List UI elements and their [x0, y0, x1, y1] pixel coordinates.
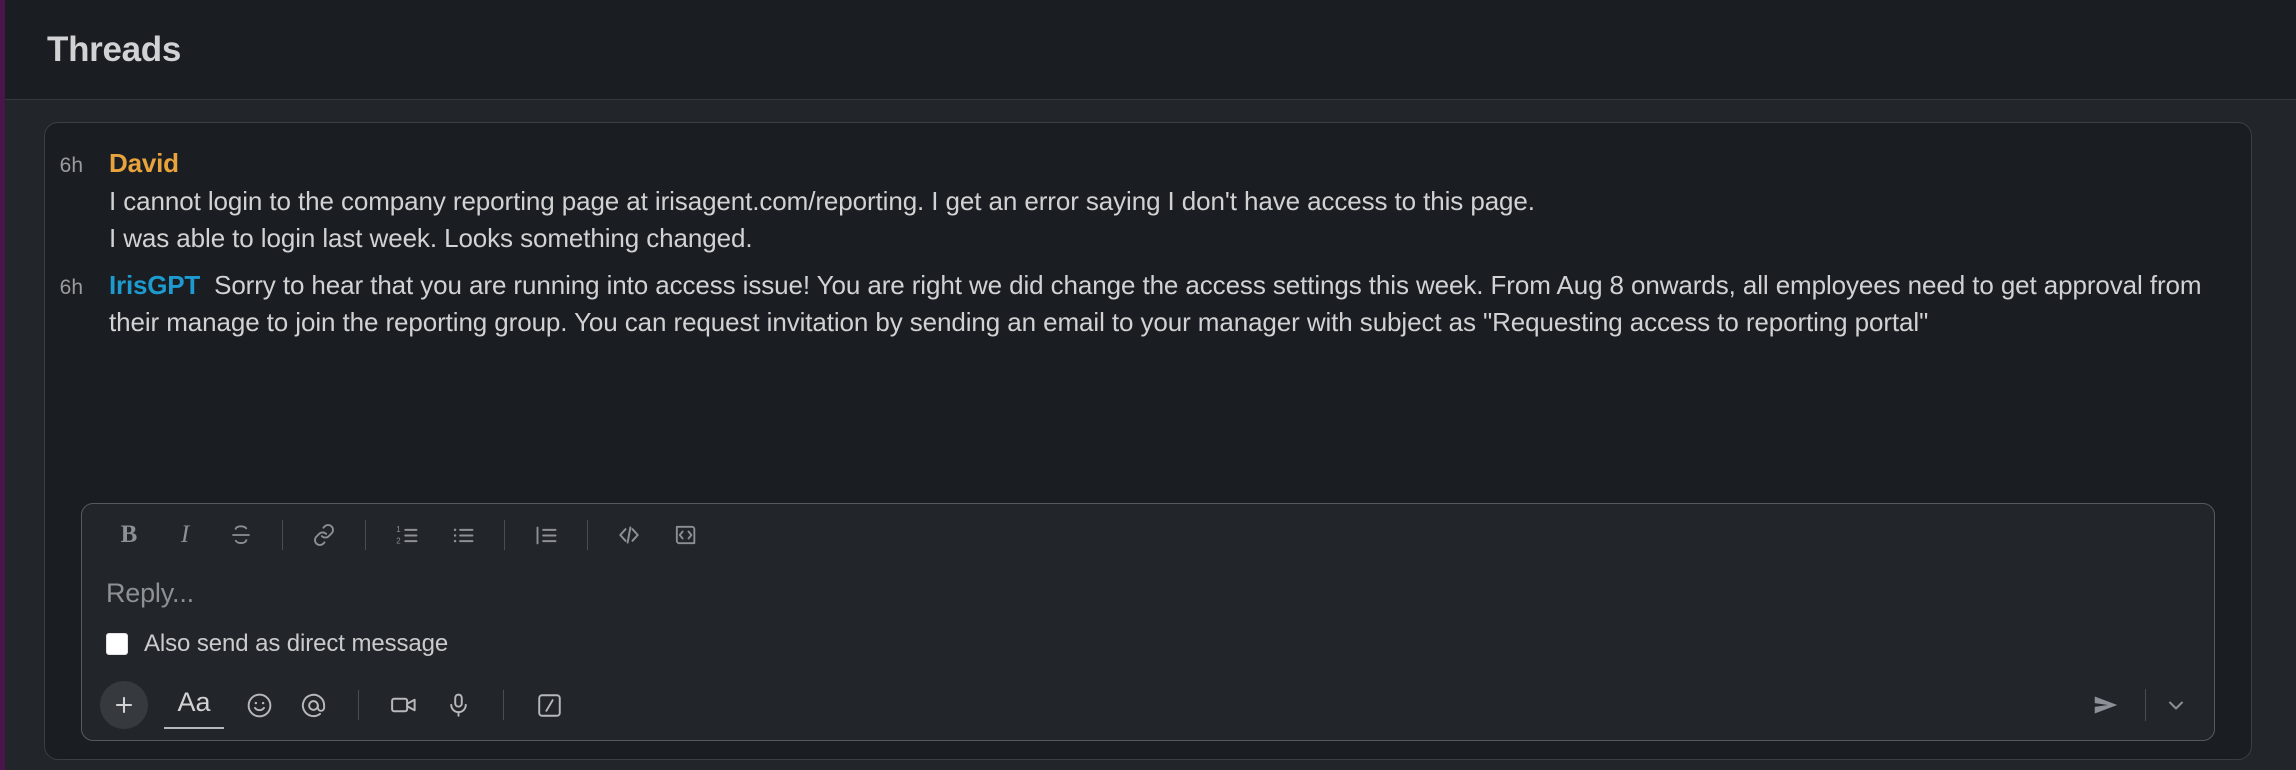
workspace-rail: [0, 0, 5, 770]
composer-actions-right: [2081, 683, 2196, 727]
send-icon: [2094, 696, 2118, 714]
formatting-label: Aa: [177, 687, 211, 717]
italic-button[interactable]: I: [160, 513, 210, 557]
send-options-button[interactable]: [2156, 683, 2196, 727]
toolbar-divider: [504, 520, 505, 550]
mention-icon: [301, 693, 325, 717]
code-block-icon: [675, 525, 696, 545]
thread-body: 6h David I cannot login to the company re…: [0, 100, 2296, 770]
bold-button[interactable]: B: [104, 513, 154, 557]
message-timestamp: 6h: [59, 154, 83, 177]
message-meta: 6h IrisGPT Sorry to hear that you are runn…: [60, 267, 2215, 341]
message-author[interactable]: David: [109, 148, 179, 178]
link-button[interactable]: [299, 513, 349, 557]
ordered-list-button[interactable]: 1 2: [382, 513, 432, 557]
blockquote-icon: [536, 526, 556, 544]
also-send-dm-checkbox[interactable]: [106, 633, 128, 655]
bulleted-list-icon: [453, 528, 473, 542]
threads-panel: Threads 6h David I cannot login to the co…: [0, 0, 2296, 770]
also-send-dm-row[interactable]: Also send as direct message: [82, 624, 2214, 670]
link-icon: [314, 524, 334, 546]
composer-actions-left: Aa: [100, 681, 576, 729]
reply-placeholder: Reply...: [106, 577, 194, 608]
message-text: Sorry to hear that you are running into …: [109, 270, 2202, 338]
add-attachment-button[interactable]: [100, 681, 148, 729]
emoji-icon: [247, 693, 271, 717]
code-icon: [619, 526, 639, 544]
blockquote-button[interactable]: [521, 513, 571, 557]
page-title: Threads: [47, 29, 182, 69]
strikethrough-button[interactable]: [216, 513, 266, 557]
code-button[interactable]: [604, 513, 654, 557]
message-meta: 6h David: [60, 145, 2215, 182]
video-clip-button[interactable]: [377, 681, 431, 729]
audio-clip-button[interactable]: [431, 681, 485, 729]
toolbar-divider: [358, 690, 359, 720]
mention-button[interactable]: [286, 681, 340, 729]
plus-icon: [115, 696, 133, 714]
bulleted-list-button[interactable]: [438, 513, 488, 557]
message-text: I cannot login to the company reporting …: [109, 183, 2215, 257]
code-block-button[interactable]: [660, 513, 710, 557]
message-item[interactable]: 6h David I cannot login to the company re…: [60, 145, 2215, 257]
message-timestamp: 6h: [59, 276, 83, 300]
thread-card: 6h David I cannot login to the company re…: [44, 122, 2252, 760]
panel-header: Threads: [0, 0, 2296, 100]
toolbar-divider: [587, 520, 588, 550]
toolbar-divider: [365, 520, 366, 550]
message-text-line: I was able to login last week. Looks som…: [109, 223, 753, 254]
message-text-line: I cannot login to the company reporting …: [109, 185, 1535, 216]
formatting-toggle-button[interactable]: Aa: [164, 681, 224, 729]
ordered-list-icon: 1 2: [396, 525, 417, 545]
emoji-button[interactable]: [232, 681, 286, 729]
video-camera-icon: [391, 697, 416, 713]
toolbar-divider: [2145, 689, 2146, 721]
svg-text:2: 2: [396, 536, 400, 545]
slash-command-icon: [537, 693, 561, 717]
also-send-dm-label: Also send as direct message: [144, 630, 449, 657]
send-button[interactable]: [2081, 683, 2131, 727]
microphone-icon: [449, 693, 467, 717]
message-item[interactable]: 6h IrisGPT Sorry to hear that you are runn…: [60, 267, 2215, 341]
toolbar-divider: [503, 690, 504, 720]
chevron-down-icon: [2169, 701, 2183, 710]
italic-icon: I: [180, 521, 190, 548]
toolbar-divider: [282, 520, 283, 550]
composer-action-bar: Aa: [82, 670, 2214, 740]
strikethrough-icon: [232, 525, 250, 544]
formatting-toolbar: B I 1 2: [82, 504, 2214, 566]
svg-text:1: 1: [396, 525, 400, 534]
message-list: 6h David I cannot login to the company re…: [45, 145, 2251, 342]
message-author[interactable]: IrisGPT: [109, 270, 200, 300]
slash-command-button[interactable]: [522, 681, 576, 729]
reply-composer: B I 1 2 Reply... Also send as direct mes…: [81, 503, 2215, 741]
bold-icon: B: [120, 521, 138, 548]
reply-input[interactable]: Reply...: [82, 566, 2214, 624]
